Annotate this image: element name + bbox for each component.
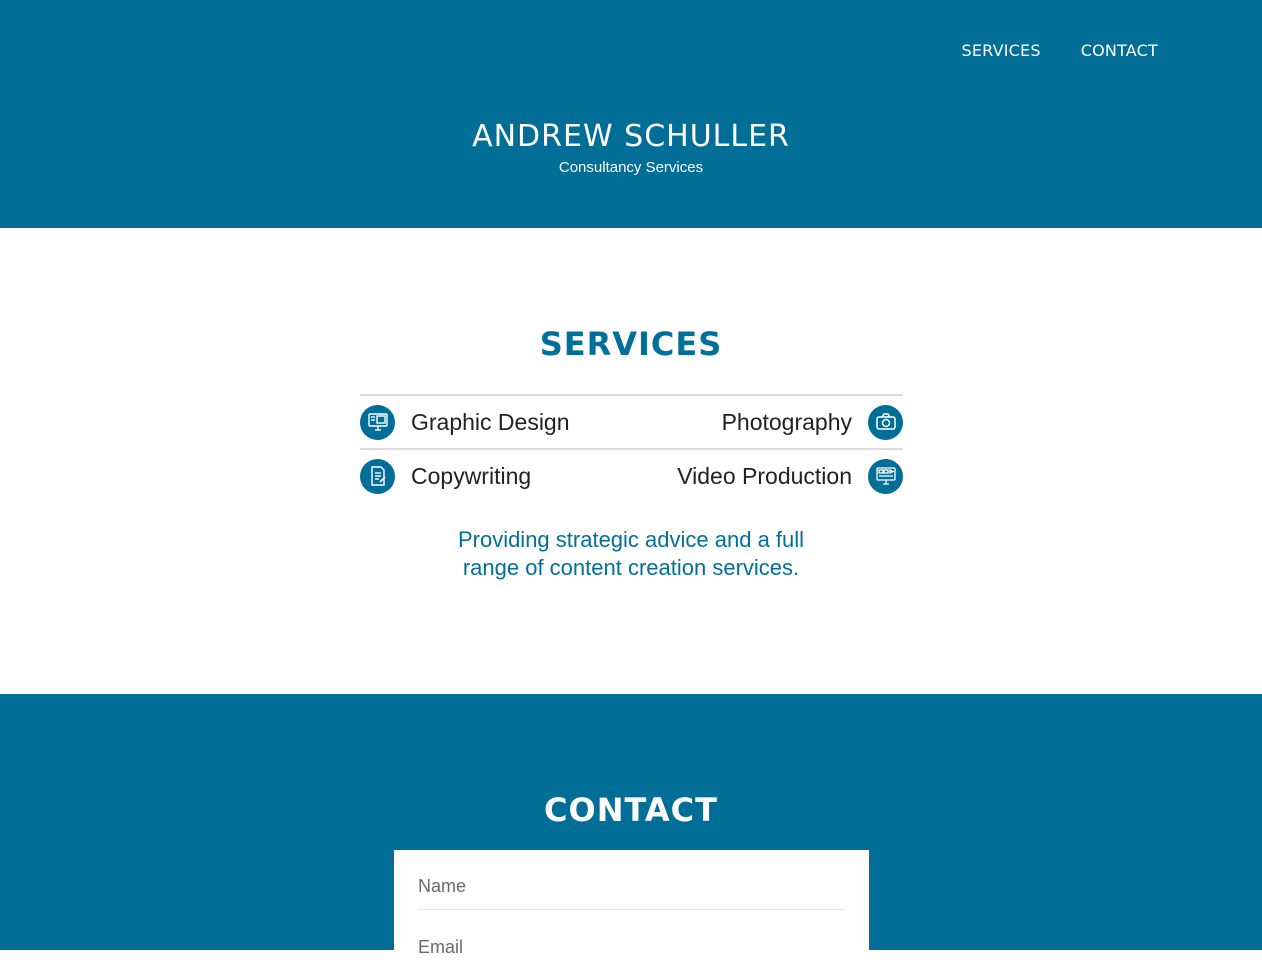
service-copywriting: Copywriting	[360, 458, 532, 494]
nav-link-contact[interactable]: CONTACT	[1081, 40, 1158, 62]
services-tagline: Providing strategic advice and a full ra…	[0, 526, 1262, 582]
top-nav: SERVICES CONTACT	[962, 40, 1159, 62]
service-graphic-design: Graphic Design	[360, 404, 570, 440]
name-field[interactable]	[418, 850, 845, 910]
email-field[interactable]	[418, 910, 845, 970]
service-label: Copywriting	[411, 462, 532, 489]
service-label: Video Production	[677, 462, 852, 489]
services-section: SERVICES Graphic Design Photography Copy…	[0, 228, 1262, 694]
contact-title: CONTACT	[544, 791, 718, 829]
brand: ANDREW SCHULLER Consultancy Services	[0, 118, 1262, 180]
services-table: Graphic Design Photography Copywriting V…	[360, 394, 903, 502]
site-header: SERVICES CONTACT ANDREW SCHULLER Consult…	[0, 0, 1262, 228]
service-label: Graphic Design	[411, 408, 570, 435]
services-row: Copywriting Video Production	[360, 448, 903, 502]
video-icon	[868, 458, 903, 494]
tagline-line-1: Providing strategic advice and a full	[457, 527, 805, 552]
tagline-line-2: range of content creation services.	[462, 555, 800, 580]
nav-link-services[interactable]: SERVICES	[962, 40, 1041, 62]
services-row: Graphic Design Photography	[360, 394, 903, 448]
contact-form	[394, 850, 869, 970]
brand-subtitle: Consultancy Services	[558, 159, 704, 176]
monitor-icon	[360, 404, 395, 440]
brand-name: ANDREW SCHULLER	[472, 119, 790, 154]
camera-icon	[868, 404, 903, 440]
services-title: SERVICES	[539, 325, 723, 363]
service-photography: Photography	[721, 404, 903, 440]
contact-section: CONTACT	[0, 694, 1262, 970]
document-icon	[360, 458, 395, 494]
service-label: Photography	[721, 408, 852, 435]
service-video-production: Video Production	[677, 458, 903, 494]
